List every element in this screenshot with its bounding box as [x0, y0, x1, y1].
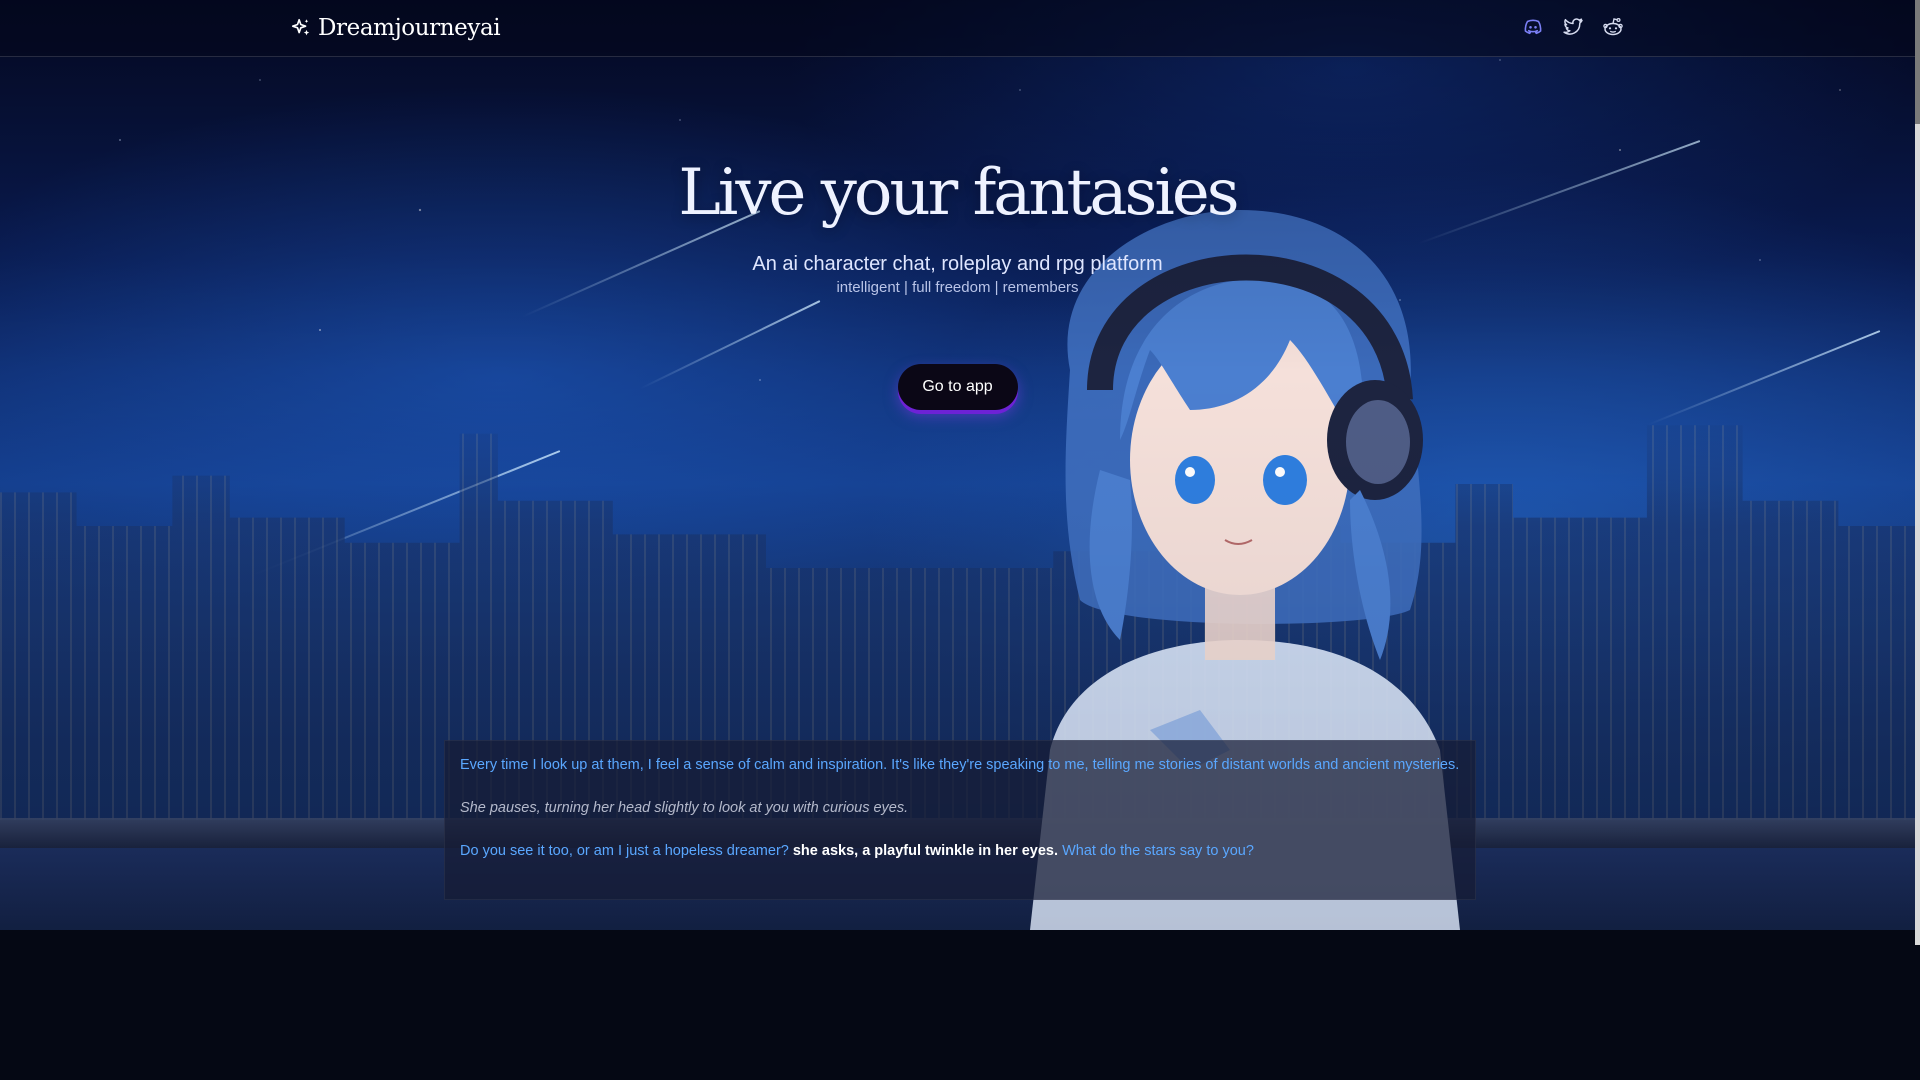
hero-tagline: intelligent | full freedom | remembers [836, 279, 1079, 296]
hero-section: Live your fantasies An ai character chat… [0, 150, 1915, 410]
landing-page: Dreamjourneyai Live your fantasies An ai… [0, 0, 1920, 1080]
brand-name: Dreamjourneyai [318, 15, 501, 41]
brand-logo-link[interactable]: Dreamjourneyai [290, 12, 501, 44]
go-to-app-button[interactable]: Go to app [897, 364, 1018, 410]
hero-headline: Live your fantasies [678, 156, 1239, 230]
chat-message-line: Do you see it too, or am I just a hopele… [460, 841, 1461, 862]
hero-subheadline: An ai character chat, roleplay and rpg p… [752, 253, 1163, 275]
page-scrollbar[interactable] [1915, 0, 1920, 945]
discord-icon [1524, 19, 1542, 35]
discord-link[interactable] [1520, 14, 1546, 40]
twitter-link[interactable] [1560, 14, 1586, 40]
twitter-icon [1563, 18, 1583, 35]
chat-sample-box: Every time I look up at them, I feel a s… [444, 740, 1476, 900]
sparkles-icon [291, 18, 310, 36]
chat-action-line: She pauses, turning her head slightly to… [460, 800, 909, 816]
top-navbar: Dreamjourneyai [0, 0, 1915, 57]
chat-narration-text: she asks, a playful twinkle in her eyes. [788, 843, 1063, 859]
scrollbar-thumb[interactable] [1915, 0, 1920, 124]
chat-speech-text: What do the stars say to you? [1062, 843, 1254, 859]
reddit-icon [1603, 17, 1623, 36]
social-links [1520, 14, 1626, 40]
page-footer-area [0, 930, 1915, 1080]
chat-message-line: Every time I look up at them, I feel a s… [460, 757, 1460, 773]
reddit-link[interactable] [1600, 14, 1626, 40]
chat-speech-text: Do you see it too, or am I just a hopele… [460, 843, 789, 859]
